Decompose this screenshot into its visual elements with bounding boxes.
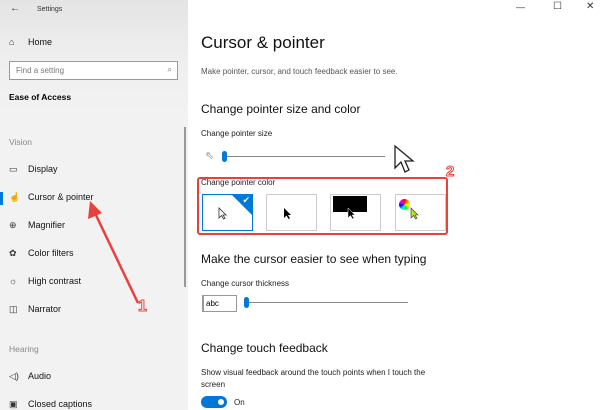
small-pointer-icon: ⇖ [205,150,215,162]
annotation-label-2: 2 [445,163,455,181]
touch-heading: Change touch feedback [201,341,328,355]
pointer-color-white[interactable]: ✔ [202,194,253,231]
size-color-heading: Change pointer size and color [201,102,361,116]
page-subtitle: Make pointer, cursor, and touch feedback… [201,67,398,76]
window-title: Settings [37,6,63,13]
magnifier-icon: ⊕ [9,220,17,230]
pointer-color-custom[interactable] [395,194,446,231]
page-title: Cursor & pointer [201,33,325,52]
sidebar-item-closed-captions[interactable]: Closed captions [28,399,92,409]
narrator-icon: ◫ [9,304,18,314]
search-placeholder: Find a setting [16,66,65,75]
cc-icon: ▣ [9,399,18,409]
inverted-pointer-icon [347,207,356,220]
speaker-icon: ◁) [9,371,19,381]
touch-toggle-state: On [234,398,245,407]
sun-icon: ☼ [9,276,18,286]
checkmark-icon: ✔ [242,195,250,205]
search-input[interactable]: Find a setting ⌕ [9,61,178,80]
custom-pointer-icon [410,207,419,220]
sidebar-item-narrator[interactable]: Narrator [28,304,61,314]
category-heading: Ease of Access [9,92,72,102]
annotation-label-1: 1 [138,298,148,316]
section-vision: Vision [9,137,32,147]
minimize-button[interactable]: — [516,2,525,12]
cursor-hand-icon: ☝ [9,192,21,202]
search-icon: ⌕ [167,65,172,74]
sidebar-item-home[interactable]: Home [28,37,52,47]
thickness-track [246,302,408,303]
toggle-knob [218,399,224,405]
close-button[interactable]: ✕ [586,1,594,12]
thickness-label: Change cursor thickness [201,279,290,288]
thickness-slider[interactable] [244,297,249,308]
touch-toggle[interactable] [201,396,227,408]
pointer-size-track [224,156,385,157]
sidebar-scrollbar[interactable] [184,127,186,287]
selected-indicator [0,192,3,205]
color-wheel-icon [399,199,410,210]
typing-heading: Make the cursor easier to see when typin… [201,252,427,266]
sidebar-item-audio[interactable]: Audio [28,371,51,381]
touch-label-line2: screen [201,380,226,389]
monitor-icon: ▭ [9,164,18,174]
pointer-size-label: Change pointer size [201,129,273,138]
section-hearing: Hearing [9,344,39,354]
pointer-size-slider[interactable] [222,151,227,162]
sidebar-item-magnifier[interactable]: Magnifier [28,220,65,230]
annotation-arrow-1 [88,201,140,304]
sidebar-item-color-filters[interactable]: Color filters [28,248,74,258]
sidebar-item-display[interactable]: Display [28,164,58,174]
pointer-color-black[interactable] [266,194,317,231]
thickness-preview: abc [202,295,237,312]
back-button[interactable]: ← [10,3,20,14]
pointer-color-label: Change pointer color [201,178,276,187]
pointer-color-inverted[interactable] [330,194,381,231]
white-pointer-icon [218,207,227,220]
touch-label-line1: Show visual feedback around the touch po… [201,368,426,377]
palette-icon: ✿ [9,248,17,258]
sidebar-item-high-contrast[interactable]: High contrast [28,276,81,286]
black-pointer-icon [284,208,291,219]
home-icon: ⌂ [9,37,15,47]
large-pointer-icon [394,144,415,173]
maximize-button[interactable]: ☐ [553,1,562,12]
